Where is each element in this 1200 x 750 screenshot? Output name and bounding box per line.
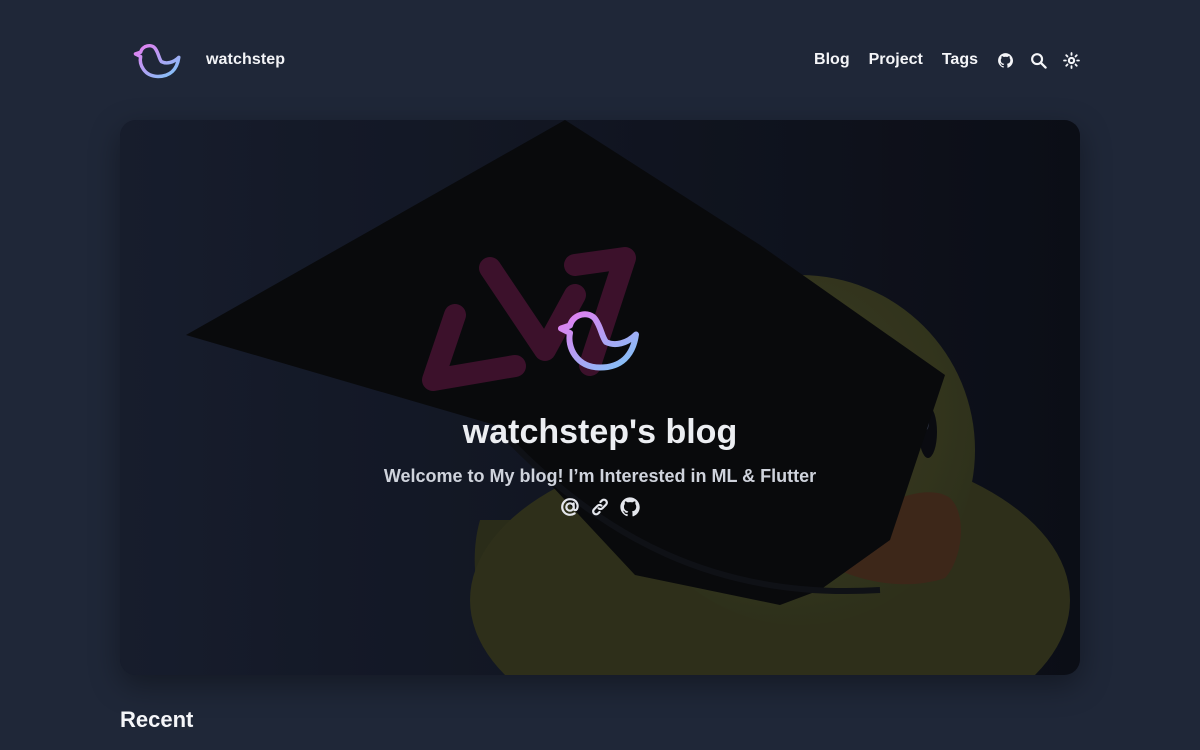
hero-subtitle: Welcome to My blog! I’m Interested in ML… — [383, 466, 817, 486]
hero-title: watchstep's blog — [462, 413, 738, 451]
email-at-icon[interactable] — [559, 496, 581, 518]
recent-section-title: Recent — [120, 707, 194, 732]
github-icon[interactable] — [619, 496, 641, 518]
main-nav: Blog Project Tags — [814, 49, 1080, 71]
duck-logo-icon — [558, 311, 639, 371]
hero-social-links — [120, 496, 1080, 518]
site-header: watchstep Blog Project Tags — [120, 30, 1080, 90]
hero-banner: watchstep's blog Welcome to My blog! I’m… — [120, 120, 1080, 675]
brand-home-link[interactable]: watchstep — [132, 38, 285, 82]
page: watchstep Blog Project Tags watchstep's … — [0, 0, 1200, 750]
nav-blog-link[interactable]: Blog — [814, 49, 850, 71]
duck-logo-icon — [133, 43, 181, 79]
theme-toggle-sun-icon[interactable] — [1063, 51, 1080, 69]
link-icon[interactable] — [589, 496, 611, 518]
nav-project-link[interactable]: Project — [869, 49, 923, 71]
search-icon[interactable] — [1030, 52, 1047, 69]
hero-content: watchstep's blog Welcome to My blog! I’m… — [120, 300, 1080, 518]
github-icon[interactable] — [997, 52, 1014, 69]
nav-tags-link[interactable]: Tags — [942, 49, 978, 71]
site-name: watchstep — [206, 51, 286, 68]
